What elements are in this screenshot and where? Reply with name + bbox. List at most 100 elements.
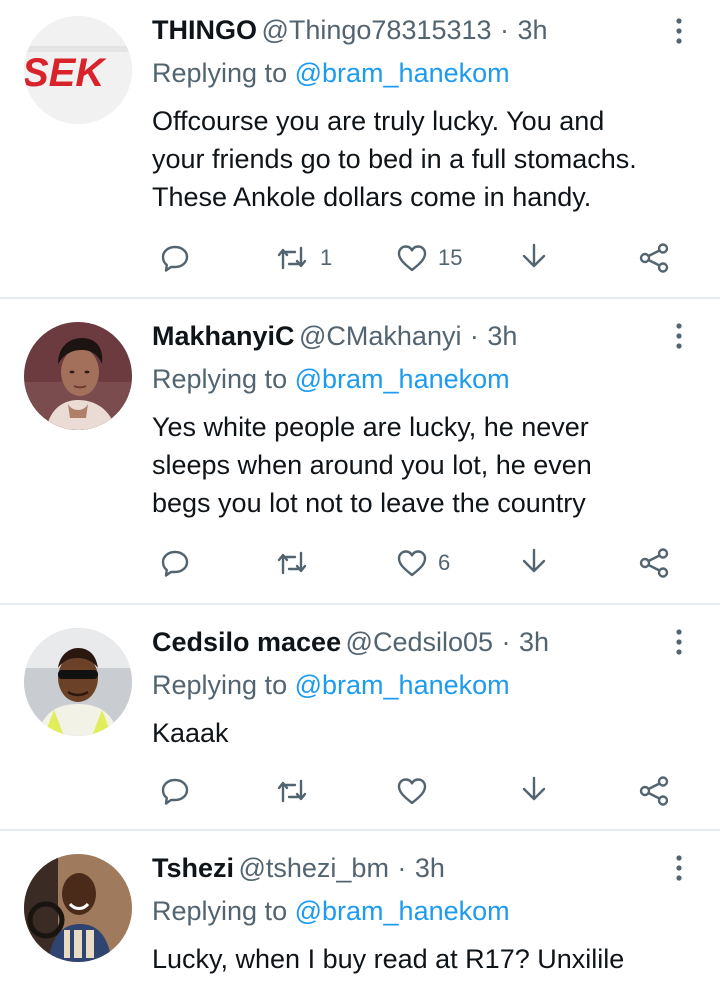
avatar-logo-text: SEK: [24, 51, 107, 95]
tweet-text-line: sleeps when around you lot, he even: [152, 450, 592, 480]
tweet-text: Offcourse you are truly lucky. You and y…: [152, 102, 700, 216]
tweet-header: THINGO @Thingo78315313 · 3h: [152, 15, 660, 49]
retweet-count: 1: [320, 245, 333, 270]
tweet-header: Cedsilo macee @Cedsilo05 · 3h: [152, 627, 660, 661]
replying-label: Replying to: [152, 58, 288, 88]
share-button[interactable]: [638, 238, 670, 278]
tweet-divider: [0, 829, 720, 831]
share-button[interactable]: [638, 543, 670, 583]
bookmark-button[interactable]: [518, 543, 550, 583]
tweet-header: MakhanyiC @CMakhanyi · 3h: [152, 321, 660, 355]
like-button[interactable]: 6: [396, 543, 450, 583]
replying-to-line: Replying to @bram_hanekom: [152, 364, 510, 395]
action-bar: [150, 771, 680, 811]
replying-label: Replying to: [152, 670, 288, 700]
avatar[interactable]: [24, 854, 132, 962]
reply-button[interactable]: [160, 771, 200, 811]
tweet-text: Yes white people are lucky, he never sle…: [152, 408, 700, 522]
more-vertical-icon[interactable]: [672, 321, 686, 351]
bookmark-button[interactable]: [518, 238, 550, 278]
avatar[interactable]: SEK: [24, 16, 132, 124]
tweet-divider: [0, 297, 720, 299]
heart-icon: [397, 245, 427, 272]
more-vertical-icon[interactable]: [672, 627, 686, 657]
profile-photo: [24, 854, 132, 962]
tweet-divider: [0, 603, 720, 605]
reply-bubble-icon: [161, 778, 189, 805]
reply-button[interactable]: [160, 543, 200, 583]
replying-label: Replying to: [152, 364, 288, 394]
avatar[interactable]: [24, 628, 132, 736]
tweet[interactable]: MakhanyiC @CMakhanyi · 3h Replying to @b…: [0, 305, 720, 603]
reply-bubble-icon: [161, 550, 189, 577]
more-vertical-icon[interactable]: [672, 16, 686, 46]
tweet-text-line: your friends go to bed in a full stomach…: [152, 144, 637, 174]
user-handle[interactable]: @CMakhanyi: [299, 321, 461, 351]
action-bar: 6: [150, 543, 680, 583]
tweet-text-line: begs you lot not to leave the country: [152, 488, 586, 518]
tweet-text-line: Yes white people are lucky, he never: [152, 412, 589, 442]
retweet-arrows-icon: [277, 246, 307, 270]
replying-to-line: Replying to @bram_hanekom: [152, 670, 510, 701]
user-handle[interactable]: @Thingo78315313: [261, 15, 491, 45]
retweet-button[interactable]: [274, 771, 320, 811]
separator-dot: ·: [397, 853, 407, 883]
retweet-arrows-icon: [277, 551, 307, 575]
like-count: 6: [438, 550, 451, 575]
display-name[interactable]: Cedsilo macee: [152, 627, 341, 657]
retweet-arrows-icon: [277, 779, 307, 803]
timestamp[interactable]: 3h: [487, 321, 517, 351]
profile-photo: [24, 628, 132, 736]
mention-link[interactable]: @bram_hanekom: [295, 364, 510, 394]
heart-icon: [397, 778, 427, 805]
tweet-text-line: Offcourse you are truly lucky. You and: [152, 106, 605, 136]
separator-dot: ·: [500, 15, 509, 45]
replying-to-line: Replying to @bram_hanekom: [152, 896, 510, 927]
retweet-button[interactable]: [274, 543, 320, 583]
avatar[interactable]: [24, 322, 132, 430]
share-button[interactable]: [638, 771, 670, 811]
share-nodes-icon: [639, 776, 669, 806]
timestamp[interactable]: 3h: [415, 853, 445, 883]
retweet-button[interactable]: 1: [274, 238, 332, 278]
like-button[interactable]: [396, 771, 438, 811]
bookmark-button[interactable]: [518, 771, 550, 811]
more-vertical-icon[interactable]: [672, 853, 686, 883]
heart-icon: [397, 550, 427, 577]
reply-thread: SEK THINGO @Thingo78315313 · 3h Replying…: [0, 0, 720, 982]
user-handle[interactable]: @tshezi_bm: [238, 853, 388, 883]
mention-link[interactable]: @bram_hanekom: [295, 58, 510, 88]
action-bar: 1 15: [150, 238, 680, 278]
timestamp[interactable]: 3h: [517, 15, 547, 45]
like-button[interactable]: 15: [396, 238, 462, 278]
tweet-text-line: Kaaak: [152, 718, 229, 748]
timestamp[interactable]: 3h: [519, 627, 549, 657]
tweet[interactable]: SEK THINGO @Thingo78315313 · 3h Replying…: [0, 0, 720, 298]
reply-bubble-icon: [161, 245, 189, 272]
bookmark-arrow-icon: [522, 776, 546, 801]
display-name[interactable]: Tshezi: [152, 853, 234, 883]
mention-link[interactable]: @bram_hanekom: [295, 896, 510, 926]
tweet[interactable]: Cedsilo macee @Cedsilo05 · 3h Replying t…: [0, 611, 720, 831]
logo-avatar-image: SEK: [24, 16, 132, 124]
reply-button[interactable]: [160, 238, 200, 278]
replying-label: Replying to: [152, 896, 288, 926]
bookmark-arrow-icon: [522, 548, 546, 573]
display-name[interactable]: MakhanyiC: [152, 321, 295, 351]
like-count: 15: [438, 245, 463, 270]
tweet-text-line: These Ankole dollars come in handy.: [152, 182, 592, 212]
tweet-text-line: Lucky, when I buy read at R17? Unxilile: [152, 944, 625, 974]
tweet[interactable]: Tshezi @tshezi_bm · 3h Replying to @bram…: [0, 837, 720, 982]
replying-to-line: Replying to @bram_hanekom: [152, 58, 510, 89]
separator-dot: ·: [469, 321, 479, 351]
bookmark-arrow-icon: [522, 243, 546, 268]
tweet-text: Kaaak: [152, 714, 700, 752]
user-handle[interactable]: @Cedsilo05: [346, 627, 494, 657]
share-nodes-icon: [639, 243, 669, 273]
display-name[interactable]: THINGO: [152, 15, 257, 45]
mention-link[interactable]: @bram_hanekom: [295, 670, 510, 700]
tweet-text: Lucky, when I buy read at R17? Unxilile: [152, 940, 700, 978]
share-nodes-icon: [639, 548, 669, 578]
tweet-header: Tshezi @tshezi_bm · 3h: [152, 853, 660, 887]
separator-dot: ·: [501, 627, 511, 657]
